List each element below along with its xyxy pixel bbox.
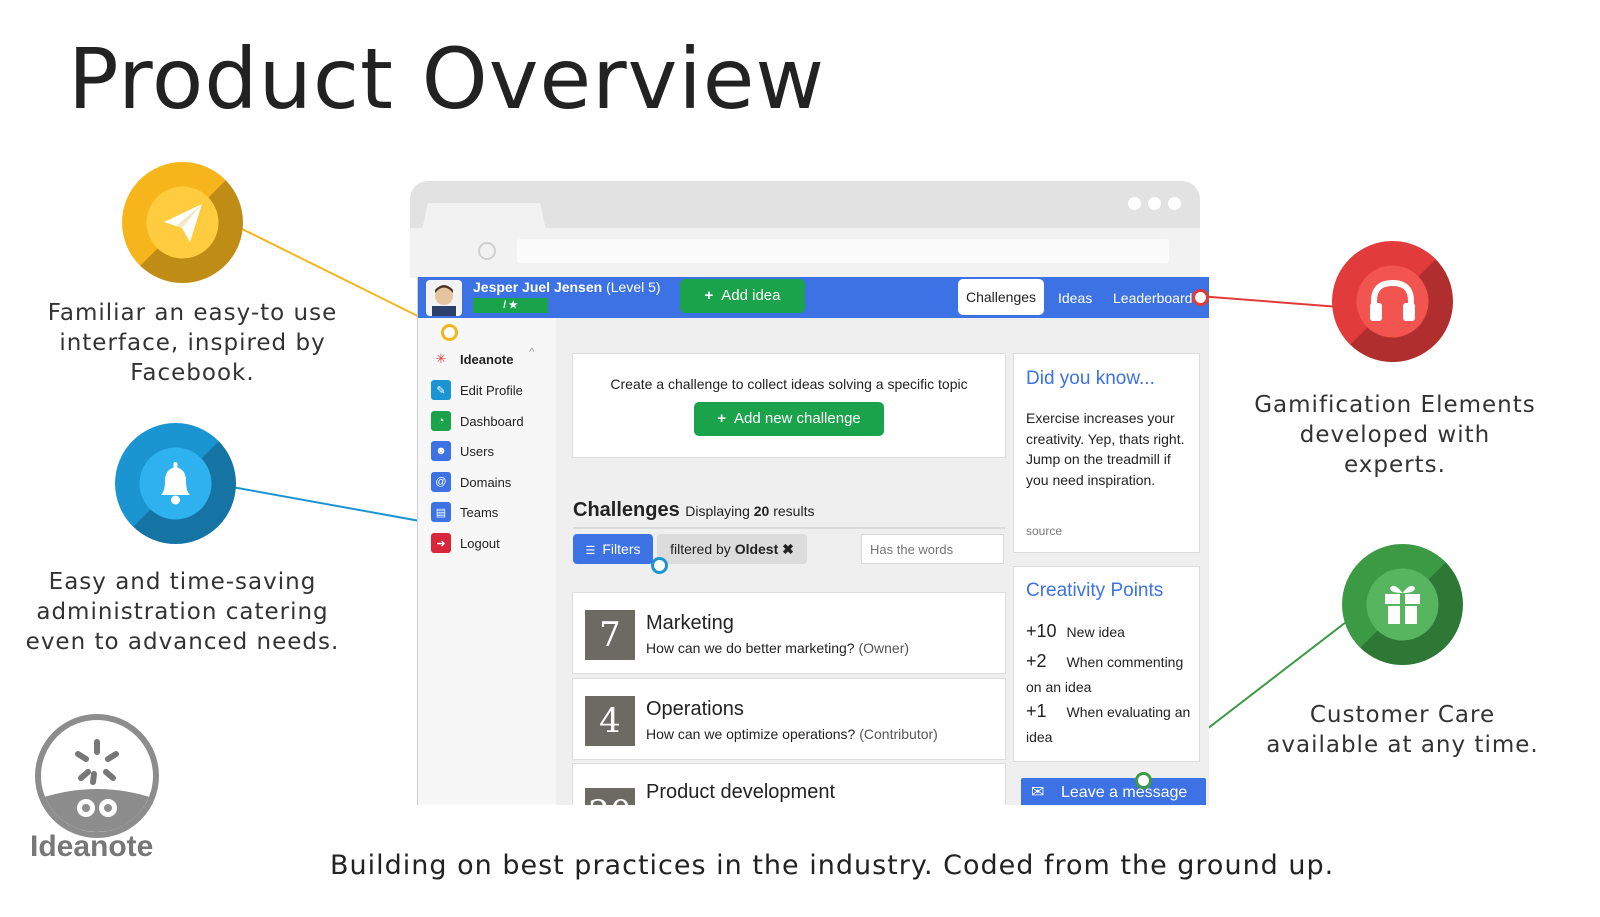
- envelope-icon: ✉: [1031, 784, 1045, 801]
- sidebar-item-label: Edit Profile: [460, 382, 523, 398]
- address-bar[interactable]: [517, 239, 1169, 263]
- gift-icon: [1366, 568, 1439, 641]
- sidebar-item-edit-profile[interactable]: ✎ Edit Profile: [431, 379, 523, 401]
- remove-filter-icon[interactable]: ✖: [782, 541, 794, 557]
- feature-care-caption: Customer Care available at any time.: [1266, 702, 1539, 758]
- challenge-card-operations[interactable]: 4 Operations How can we optimize operati…: [572, 678, 1006, 760]
- challenge-card-marketing[interactable]: 7 Marketing How can we do better marketi…: [572, 592, 1006, 674]
- feature-gamification-caption: Gamification Elements developed with exp…: [1254, 392, 1536, 478]
- feature-admin-badge: [115, 423, 236, 544]
- plus-icon: +: [717, 410, 726, 427]
- challenge-title[interactable]: Operations: [646, 698, 744, 721]
- feature-interface-badge: [122, 162, 243, 283]
- feature-admin-caption: Easy and time-saving administration cate…: [25, 569, 340, 655]
- add-new-challenge-button[interactable]: + Add new challenge: [694, 402, 884, 436]
- bell-icon: [139, 447, 212, 520]
- points-row: +2 When commenting on an idea: [1026, 651, 1184, 695]
- sliders-icon: ☰: [585, 545, 596, 557]
- sidebar-item-ideanote[interactable]: ✳ Ideanote: [431, 348, 514, 370]
- ideanote-icon: ✳: [435, 351, 447, 366]
- sidebar-item-users[interactable]: ☻ Users: [431, 440, 494, 462]
- challenge-title[interactable]: Product development: [646, 781, 835, 804]
- tab-challenges[interactable]: Challenges: [958, 279, 1044, 315]
- sidebar-scroll-up-icon[interactable]: ^: [529, 345, 535, 359]
- reload-icon[interactable]: [478, 242, 496, 260]
- challenge-role: (Owner): [858, 640, 910, 656]
- top-navigation-bar: Jesper Juel Jensen (Level 5) / ★ + Add id…: [418, 277, 1209, 318]
- sidebar-item-logout[interactable]: ➜ Logout: [431, 532, 500, 554]
- sidebar-item-label: Dashboard: [460, 413, 524, 429]
- tab-ideas[interactable]: Ideas: [1058, 279, 1092, 317]
- challenge-question: How can we do better marketing? (Owner): [646, 640, 910, 656]
- sidebar-item-domains[interactable]: @ Domains: [431, 471, 511, 493]
- create-challenge-card: Create a challenge to collect ideas solv…: [572, 353, 1006, 458]
- challenge-thumbnail: 20: [585, 788, 635, 805]
- ideanote-logo-text: Ideanote: [30, 830, 154, 863]
- points-row: +10 New idea: [1026, 621, 1125, 641]
- plus-icon: +: [704, 287, 714, 304]
- user-level: (Level 5): [606, 279, 661, 295]
- challenges-heading: Challenges Displaying 20 results: [573, 499, 815, 521]
- sidebar-item-dashboard[interactable]: ◔ Dashboard: [431, 410, 524, 432]
- search-words-input[interactable]: [861, 534, 1004, 564]
- connector-node: [651, 557, 668, 574]
- sidebar-item-label: Domains: [460, 474, 512, 490]
- challenge-question: How can we optimize operations? (Contrib…: [646, 726, 938, 742]
- feature-gamification-badge: [1332, 241, 1453, 362]
- connector-node: [1192, 289, 1209, 306]
- add-idea-button[interactable]: + Add idea: [680, 279, 805, 313]
- user-name[interactable]: Jesper Juel Jensen (Level 5): [473, 279, 661, 295]
- did-you-know-card: Did you know... Exercise increases your …: [1013, 353, 1200, 553]
- browser-tab[interactable]: [420, 203, 548, 241]
- users-icon: ☻: [431, 441, 451, 461]
- did-you-know-text: Exercise increases your creativity. Yep,…: [1026, 410, 1185, 488]
- sidebar-item-teams[interactable]: ▤ Teams: [431, 501, 498, 523]
- window-dot-icon: [1128, 197, 1141, 210]
- connector-node: [441, 324, 458, 341]
- challenge-card-product-development[interactable]: 20 Product development: [572, 763, 1006, 805]
- feature-care-badge: [1342, 544, 1463, 665]
- avatar[interactable]: [426, 280, 462, 316]
- connector-gamification: [1197, 295, 1341, 308]
- challenge-thumbnail: 7: [585, 610, 635, 660]
- challenge-thumbnail: 4: [585, 696, 635, 746]
- points-row: +1 When evaluating an idea: [1026, 701, 1191, 745]
- filters-button[interactable]: ☰ Filters: [573, 534, 653, 564]
- sidebar-item-label: Users: [460, 443, 494, 459]
- slide-tagline: Building on best practices in the indust…: [330, 850, 1335, 881]
- create-challenge-text: Create a challenge to collect ideas solv…: [610, 376, 968, 392]
- level-badge: / ★: [473, 298, 548, 313]
- creativity-points-title: Creativity Points: [1026, 580, 1164, 601]
- logout-icon: ➜: [431, 533, 451, 553]
- divider: [573, 527, 1005, 529]
- did-you-know-title: Did you know...: [1026, 368, 1155, 389]
- feature-interface-caption: Familiar an easy-to use interface, inspi…: [47, 300, 338, 386]
- tab-leaderboard[interactable]: Leaderboard: [1113, 279, 1192, 317]
- source-link[interactable]: source: [1026, 524, 1062, 538]
- sidebar-item-label: Logout: [460, 535, 500, 551]
- ideanote-logo-icon: [35, 714, 159, 838]
- sidebar-item-label: Ideanote: [460, 351, 514, 367]
- creativity-points-card: Creativity Points +10 New idea +2 When com…: [1013, 566, 1200, 762]
- sidebar-item-label: Teams: [460, 504, 499, 520]
- teams-icon: ▤: [431, 502, 451, 522]
- pencil-icon: ✎: [431, 380, 451, 400]
- filter-chip[interactable]: filtered by Oldest ✖: [657, 534, 807, 564]
- dashboard-icon: ◔: [431, 411, 451, 431]
- paper-plane-icon: [146, 186, 219, 259]
- window-dot-icon: [1168, 197, 1181, 210]
- headphones-icon: [1356, 265, 1429, 338]
- sidebar: ✳ Ideanote ^ ✎ Edit Profile ◔ Dashboard …: [418, 318, 556, 805]
- app-screen: Jesper Juel Jensen (Level 5) / ★ + Add id…: [417, 277, 1209, 805]
- challenge-title[interactable]: Marketing: [646, 612, 734, 635]
- at-icon: @: [431, 472, 451, 492]
- window-dot-icon: [1148, 197, 1161, 210]
- challenge-role: (Contributor): [859, 726, 938, 742]
- leave-a-message-button[interactable]: ✉ Leave a message: [1021, 778, 1206, 805]
- result-count: 20: [753, 503, 770, 519]
- connector-node: [1135, 772, 1152, 789]
